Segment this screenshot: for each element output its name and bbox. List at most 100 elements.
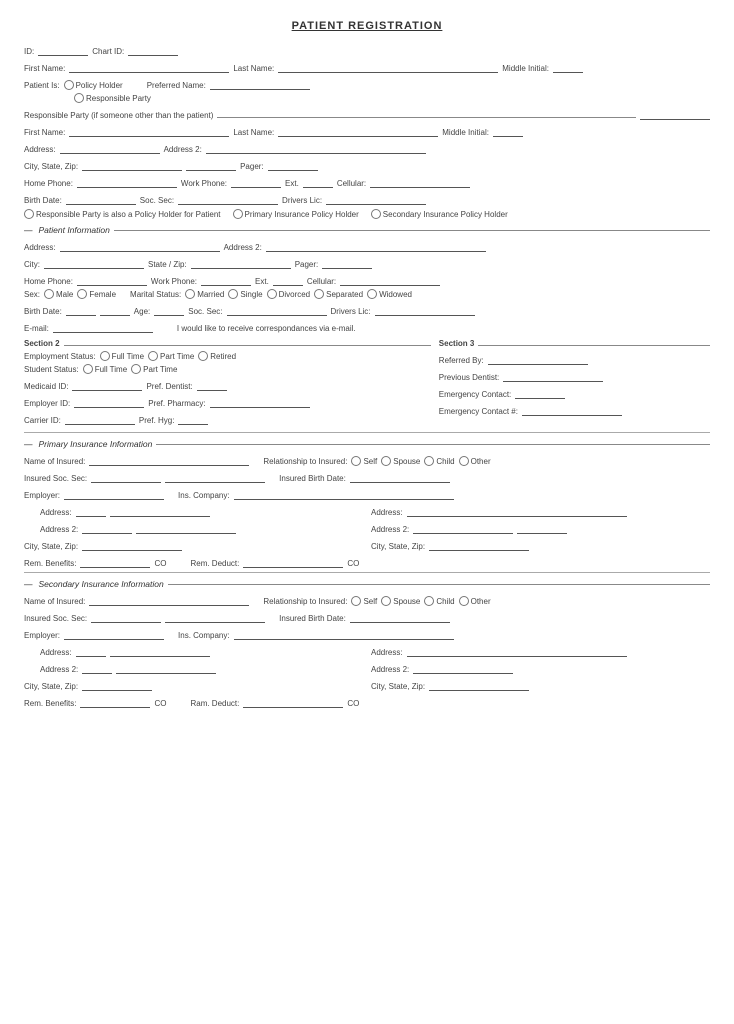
resp-soc-sec-input[interactable] <box>178 191 278 205</box>
resp-work-phone-input[interactable] <box>231 174 281 188</box>
secondary-soc-sec-input1[interactable] <box>91 609 161 623</box>
pref-dentist-input[interactable] <box>197 377 227 391</box>
last-name-input[interactable] <box>278 59 498 73</box>
medicaid-id-input[interactable] <box>72 377 142 391</box>
patient-home-phone-input[interactable] <box>77 272 147 286</box>
retired-radio[interactable] <box>198 351 208 361</box>
primary-insurance-radio[interactable] <box>233 209 243 219</box>
patient-birth-date2-input[interactable] <box>100 302 130 316</box>
primary-ins-company-input[interactable] <box>234 486 454 500</box>
resp-city-input[interactable] <box>82 157 182 171</box>
resp-city2-input[interactable] <box>186 157 236 171</box>
middle-initial-input[interactable] <box>553 59 583 73</box>
primary-address-input2[interactable] <box>110 503 210 517</box>
resp-drivers-lic-input[interactable] <box>326 191 426 205</box>
primary-address-input1[interactable] <box>76 503 106 517</box>
emergency-contact-num-input[interactable] <box>522 402 622 416</box>
primary-rem-deduct-input[interactable] <box>243 554 343 568</box>
secondary-other-radio[interactable] <box>459 596 469 606</box>
secondary-ins-company-input[interactable] <box>234 626 454 640</box>
separated-radio[interactable] <box>314 289 324 299</box>
pref-hyg-input[interactable] <box>178 411 208 425</box>
resp-home-phone-input[interactable] <box>77 174 177 188</box>
primary-other-radio[interactable] <box>459 456 469 466</box>
secondary-birth-date-input[interactable] <box>350 609 450 623</box>
primary-city-input[interactable] <box>82 537 182 551</box>
carrier-id-input[interactable] <box>65 411 135 425</box>
primary-address2-right-input1[interactable] <box>413 520 513 534</box>
married-radio[interactable] <box>185 289 195 299</box>
referred-by-input[interactable] <box>488 351 588 365</box>
secondary-city-right-input[interactable] <box>429 677 529 691</box>
secondary-spouse-radio[interactable] <box>381 596 391 606</box>
primary-child-radio[interactable] <box>424 456 434 466</box>
secondary-rem-deduct-input[interactable] <box>243 694 343 708</box>
female-radio[interactable] <box>77 289 87 299</box>
id-input[interactable] <box>38 42 88 56</box>
secondary-address2-input1[interactable] <box>82 660 112 674</box>
resp-pager-input[interactable] <box>268 157 318 171</box>
resp-policy-radio[interactable] <box>24 209 34 219</box>
patient-address-input[interactable] <box>60 238 220 252</box>
widowed-radio[interactable] <box>367 289 377 299</box>
divorced-radio[interactable] <box>267 289 277 299</box>
single-radio[interactable] <box>228 289 238 299</box>
secondary-rem-benefits-input[interactable] <box>80 694 150 708</box>
primary-address2-input1[interactable] <box>82 520 132 534</box>
full-time-radio[interactable] <box>100 351 110 361</box>
secondary-insurance-radio[interactable] <box>371 209 381 219</box>
primary-employer-input[interactable] <box>64 486 164 500</box>
secondary-city-input[interactable] <box>82 677 152 691</box>
policy-holder-radio[interactable] <box>64 80 74 90</box>
primary-soc-sec-input1[interactable] <box>91 469 161 483</box>
primary-spouse-radio[interactable] <box>381 456 391 466</box>
emergency-contact-input[interactable] <box>515 385 565 399</box>
patient-age-input[interactable] <box>154 302 184 316</box>
resp-address-input[interactable] <box>60 140 160 154</box>
secondary-insured-name-input[interactable] <box>89 592 249 606</box>
resp-first-name-input[interactable] <box>69 123 229 137</box>
secondary-address-input2[interactable] <box>110 643 210 657</box>
patient-birth-date-input[interactable] <box>66 302 96 316</box>
patient-soc-sec-input[interactable] <box>227 302 327 316</box>
patient-ext-input[interactable] <box>273 272 303 286</box>
primary-address2-right-input2[interactable] <box>517 520 567 534</box>
primary-address-right-input[interactable] <box>407 503 627 517</box>
primary-rem-benefits-input[interactable] <box>80 554 150 568</box>
first-name-input[interactable] <box>69 59 229 73</box>
patient-drivers-lic-input[interactable] <box>375 302 475 316</box>
primary-birth-date-input[interactable] <box>350 469 450 483</box>
chart-id-input[interactable] <box>128 42 178 56</box>
employer-id-input[interactable] <box>74 394 144 408</box>
resp-cellular-input[interactable] <box>370 174 470 188</box>
secondary-self-radio[interactable] <box>351 596 361 606</box>
primary-city-right-input[interactable] <box>429 537 529 551</box>
responsible-party-radio[interactable] <box>74 93 84 103</box>
patient-state-zip-input[interactable] <box>191 255 291 269</box>
resp-birth-date-input[interactable] <box>66 191 136 205</box>
resp-last-name-input[interactable] <box>278 123 438 137</box>
primary-insured-name-input[interactable] <box>89 452 249 466</box>
previous-dentist-input[interactable] <box>503 368 603 382</box>
secondary-employer-input[interactable] <box>64 626 164 640</box>
student-full-time-radio[interactable] <box>83 364 93 374</box>
patient-pager-input[interactable] <box>322 255 372 269</box>
resp-ext-input[interactable] <box>303 174 333 188</box>
primary-soc-sec-input2[interactable] <box>165 469 265 483</box>
patient-work-phone-input[interactable] <box>201 272 251 286</box>
email-input[interactable] <box>53 319 153 333</box>
resp-party-header-input[interactable] <box>640 106 710 120</box>
secondary-address2-input2[interactable] <box>116 660 216 674</box>
student-part-time-radio[interactable] <box>131 364 141 374</box>
secondary-address2-right-input[interactable] <box>413 660 513 674</box>
patient-cellular-input[interactable] <box>340 272 440 286</box>
resp-middle-initial-input[interactable] <box>493 123 523 137</box>
preferred-name-input[interactable] <box>210 76 310 90</box>
part-time-radio[interactable] <box>148 351 158 361</box>
secondary-soc-sec-input2[interactable] <box>165 609 265 623</box>
secondary-address-input1[interactable] <box>76 643 106 657</box>
primary-address2-input2[interactable] <box>136 520 236 534</box>
male-radio[interactable] <box>44 289 54 299</box>
resp-address2-input[interactable] <box>206 140 426 154</box>
secondary-address-right-input[interactable] <box>407 643 627 657</box>
